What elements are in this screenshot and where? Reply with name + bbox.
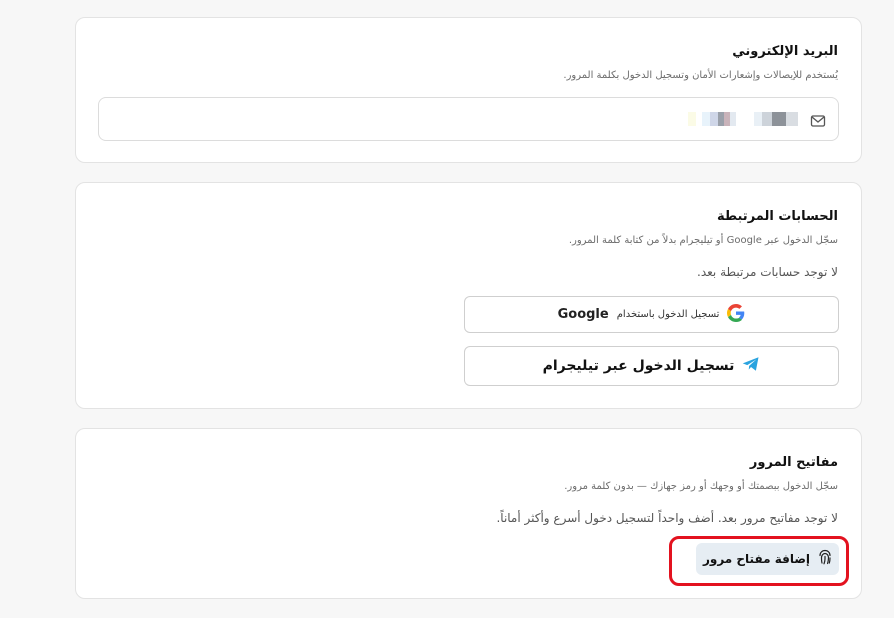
telegram-icon	[742, 356, 760, 376]
add-passkey-label: إضافة مفتاح مرور	[702, 552, 811, 566]
linked-empty-text: لا توجد حسابات مرتبطة بعد.	[697, 265, 838, 279]
telegram-button-label: تسجيل الدخول عبر تيليجرام	[542, 358, 735, 374]
google-icon	[727, 303, 745, 326]
telegram-signin-button[interactable]: تسجيل الدخول عبر تيليجرام	[464, 346, 839, 386]
passkeys-card: مفاتيح المرور سجّل الدخول ببصمتك أو وجهك…	[75, 428, 862, 599]
add-passkey-button[interactable]: إضافة مفتاح مرور	[696, 543, 839, 575]
email-section-description: يُستخدم للإيصالات وإشعارات الأمان وتسجيل…	[563, 70, 838, 81]
passkey-section-description: سجّل الدخول ببصمتك أو وجهك أو رمز جهازك …	[564, 481, 838, 492]
email-field[interactable]	[98, 97, 839, 141]
google-button-label: تسجيل الدخول باستخدام	[616, 309, 720, 320]
linked-section-description: سجّل الدخول عبر Google أو تيليجرام بدلاً…	[568, 235, 838, 246]
fingerprint-icon	[818, 549, 832, 569]
passkey-empty-text: لا توجد مفاتيح مرور بعد. أضف واحداً لتسج…	[496, 511, 838, 525]
email-card: البريد الإلكتروني يُستخدم للإيصالات وإشع…	[75, 17, 862, 163]
google-signin-button[interactable]: تسجيل الدخول باستخدام Google	[464, 296, 839, 333]
email-value-redacted	[688, 112, 798, 126]
email-section-title: البريد الإلكتروني	[732, 44, 838, 59]
passkey-section-title: مفاتيح المرور	[749, 455, 838, 470]
linked-section-title: الحسابات المرتبطة	[716, 209, 838, 224]
google-button-brand: Google	[557, 307, 609, 322]
mail-icon	[810, 113, 826, 127]
linked-accounts-card: الحسابات المرتبطة سجّل الدخول عبر Google…	[75, 182, 862, 409]
